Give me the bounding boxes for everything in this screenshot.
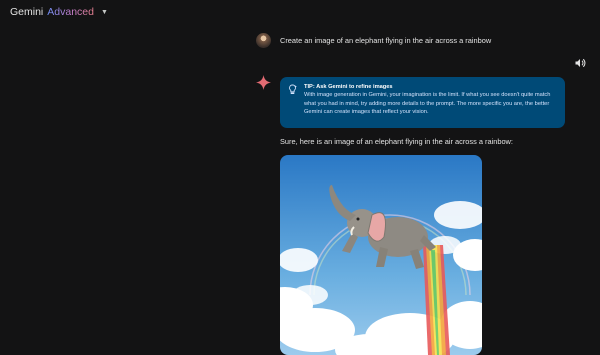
response-text: Sure, here is an image of an elephant fl… xyxy=(280,137,513,146)
caret-down-icon[interactable]: ▼ xyxy=(101,9,108,16)
tip-card: TIP: Ask Gemini to refine images With im… xyxy=(280,77,565,128)
tip-body: With image generation in Gemini, your im… xyxy=(304,92,551,115)
avatar[interactable] xyxy=(256,33,271,48)
tip-title: TIP: Ask Gemini to refine images xyxy=(304,84,393,90)
brand-name: Gemini xyxy=(10,6,44,18)
brand-tier: Advanced xyxy=(47,6,94,18)
model-switcher[interactable]: Gemini Advanced ▼ xyxy=(10,6,108,18)
user-prompt-text: Create an image of an elephant flying in… xyxy=(280,36,492,45)
speaker-icon[interactable] xyxy=(574,57,586,69)
lightbulb-icon xyxy=(289,84,297,95)
generated-image[interactable] xyxy=(280,155,482,355)
gemini-sparkle-icon xyxy=(256,75,271,90)
user-message: Create an image of an elephant flying in… xyxy=(256,33,491,48)
